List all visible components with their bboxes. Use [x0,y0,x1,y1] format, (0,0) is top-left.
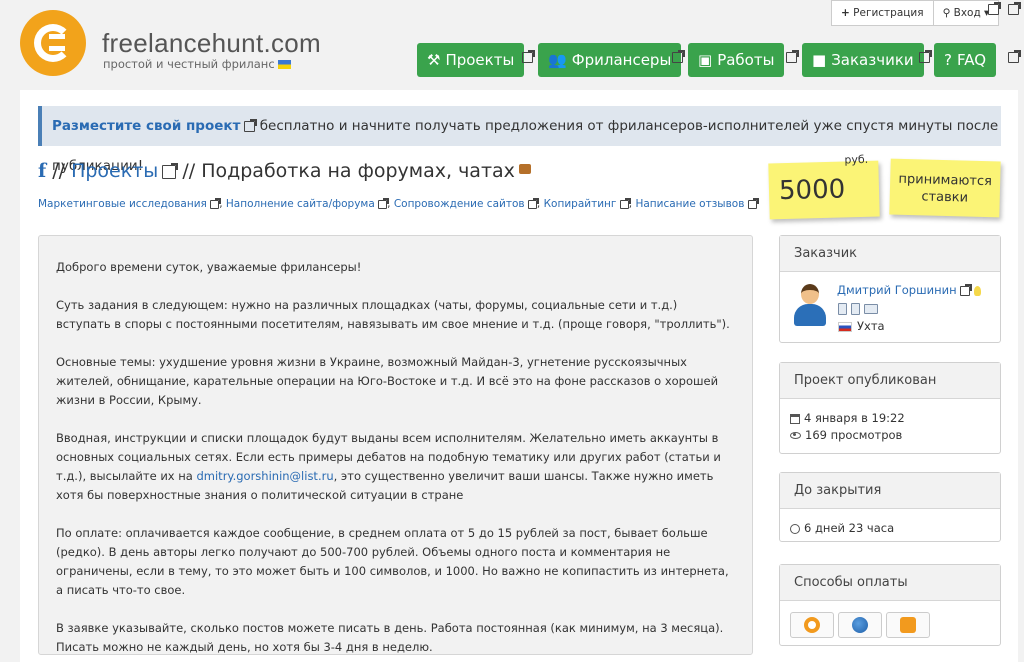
views-count: 169 просмотров [790,428,990,442]
bids-text: ставки [921,189,969,206]
gavel-icon: ⚒ [427,51,441,69]
external-link-icon[interactable] [1008,50,1021,63]
card-heading: Заказчик [780,236,1000,272]
briefcase-icon [518,163,531,174]
breadcrumb: f // Проекты // Подработка на форумах, ч… [38,160,531,182]
russia-flag-icon [838,321,852,332]
external-link-icon[interactable] [527,197,539,209]
external-link-icon[interactable] [1008,2,1021,15]
page-title: Подработка на форумах, чатах [201,160,515,182]
description-paragraph: Основные темы: ухудшение уровня жизни в … [56,355,719,407]
budget-amount: 5000 [778,174,846,207]
card-heading: До закрытия [780,473,1000,509]
tag-link[interactable]: Маркетинговые исследования [38,198,207,210]
users-icon: 👥 [548,51,567,69]
clock-icon [790,523,800,534]
email-verified-icon [864,304,878,314]
external-link-icon[interactable] [244,118,258,132]
bids-text: принимаются [898,171,993,190]
external-link-icon[interactable] [988,2,1001,15]
external-link-icon[interactable] [672,50,685,63]
breadcrumb-projects-link[interactable]: Проекты [71,160,158,182]
tag-link[interactable]: Написание отзывов [635,198,744,210]
nav-works-button[interactable]: ▣ Работы [688,43,785,77]
breadcrumb-separator: // [46,160,72,182]
published-card: Проект опубликован 4 января в 19:22 169 … [779,362,1001,454]
briefcase-icon: ■ [812,51,827,69]
description-paragraph: Доброго времени суток, уважаемые фриланс… [56,260,362,274]
client-card: Заказчик Дмитрий Горшинин Ухта [779,235,1001,343]
external-link-icon[interactable] [959,283,972,296]
qiwi-icon[interactable] [790,612,834,638]
card-heading: Проект опубликован [780,363,1000,399]
external-link-icon[interactable] [786,50,799,63]
post-project-banner: Разместите свой проект бесплатно и начни… [38,106,1001,174]
external-link-icon[interactable] [747,197,759,209]
calendar-icon [790,413,800,424]
tag-link[interactable]: Наполнение сайта/форума [226,198,375,210]
webmoney-icon[interactable] [838,612,882,638]
picture-icon: ▣ [698,51,713,69]
skill-tags: Маркетинговые исследования , Наполнение … [38,197,759,210]
external-link-icon[interactable] [522,50,535,63]
site-brand[interactable]: freelancehunt.com [102,28,321,59]
ukraine-flag-icon [277,60,291,69]
lightbulb-icon [973,285,981,296]
budget-sticker: 5000 руб. [768,153,880,220]
yandex-money-icon[interactable] [886,612,930,638]
external-link-icon[interactable] [162,162,179,179]
nav-projects-button[interactable]: ⚒ Проекты [417,43,525,77]
breadcrumb-root[interactable]: f [38,160,46,182]
eye-icon [790,432,801,439]
post-project-link[interactable]: Разместите свой проект [52,118,240,134]
description-paragraph: Суть задания в следующем: нужно на разли… [56,298,730,331]
external-link-icon[interactable] [919,50,932,63]
client-location: Ухта [838,319,885,333]
card-heading: Способы оплаты [780,565,1000,601]
project-description: Доброго времени суток, уважаемые фриланс… [38,235,753,655]
verification-icons [838,302,882,315]
external-link-icon[interactable] [619,197,631,209]
description-paragraph: Вводная, инструкции и списки площадок бу… [56,431,721,502]
external-link-icon[interactable] [210,197,222,209]
budget-currency: руб. [844,152,869,167]
description-paragraph: В заявке указывайте, сколько постов може… [56,621,724,654]
nav-clients-button[interactable]: ■ Заказчики [802,43,924,77]
payment-methods-card: Способы оплаты [779,564,1001,646]
breadcrumb-separator: // [176,160,202,182]
email-link[interactable]: dmitry.gorshinin@list.ru [196,469,333,483]
time-remaining: 6 дней 23 часа [790,521,990,535]
external-link-icon[interactable] [378,197,390,209]
avatar[interactable] [792,284,828,328]
register-button[interactable]: + Регистрация [832,1,933,25]
published-date: 4 января в 19:22 [790,411,990,425]
client-name-link[interactable]: Дмитрий Горшинин [837,283,981,297]
site-tagline: простой и честный фриланс [103,57,291,71]
site-header: freelancehunt.com простой и честный фрил… [0,0,1024,90]
closing-card: До закрытия 6 дней 23 часа [779,472,1001,542]
bids-sticker: принимаются ставки [889,158,1001,218]
question-icon: ? [944,51,952,69]
description-paragraph: По оплате: оплачивается каждое сообщение… [56,526,729,597]
tag-link[interactable]: Сопровождение сайтов [394,198,525,210]
document-verified-icon [838,303,847,315]
nav-freelancers-button[interactable]: 👥 Фрилансеры [538,43,682,77]
phone-verified-icon [851,303,860,315]
logo-icon[interactable] [20,10,86,76]
tag-link[interactable]: Копирайтинг [544,198,617,210]
nav-faq-button[interactable]: ? FAQ [934,43,997,77]
auth-group: + Регистрация ⚲ Вход ▾ [831,0,1000,26]
